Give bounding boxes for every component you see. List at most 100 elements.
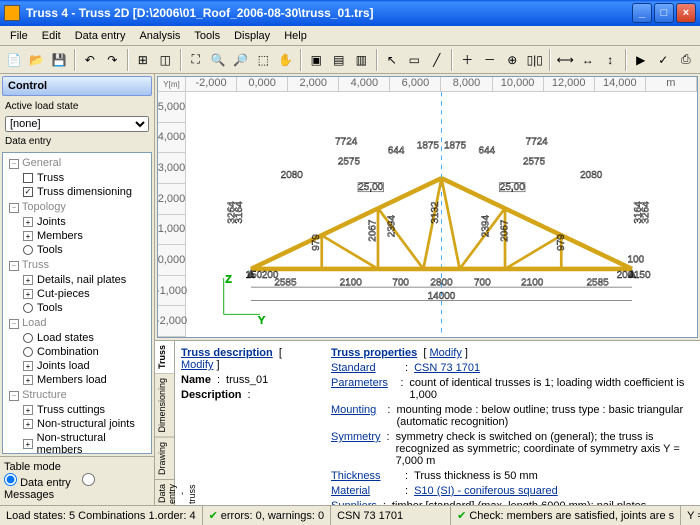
status-coord: Y = 4,435 m; Z = -1,823 m [681,506,700,525]
active-load-combo[interactable]: [none] [5,116,149,132]
dim-a-icon[interactable]: ⟷ [555,49,576,71]
zoom-window-icon[interactable]: ⬚ [253,49,274,71]
menu-dataentry[interactable]: Data entry [69,28,132,44]
menu-analysis[interactable]: Analysis [133,28,186,44]
maximize-button[interactable]: □ [654,3,674,23]
tree-cut[interactable]: +Cut-pieces [5,287,149,301]
status-err: errors: 0, warnings: 0 [221,510,324,522]
target-icon[interactable]: ⊕ [502,49,523,71]
tree-loadstates[interactable]: Load states [5,331,149,345]
select-icon[interactable]: ▭ [404,49,425,71]
minimize-button[interactable]: _ [632,3,652,23]
svg-text:644: 644 [479,146,496,157]
view-b-icon[interactable]: ▤ [329,49,350,71]
ruler-corner: Y[m] [158,77,186,92]
svg-text:7724: 7724 [335,137,358,148]
svg-text:200: 200 [262,270,279,281]
menu-display[interactable]: Display [228,28,276,44]
data-entry-tree[interactable]: − General Truss ✓Truss dimensioning − To… [2,152,152,454]
vtab-draw[interactable]: Drawing [155,438,174,480]
new-icon[interactable]: 📄 [4,49,25,71]
undo-icon[interactable]: ↶ [80,49,101,71]
control-header: Control [2,76,152,96]
active-load-label: Active load state [0,98,154,115]
app-icon [4,5,20,21]
tree-truss[interactable]: Truss [5,171,149,185]
zoom-in-icon[interactable]: 🔍 [208,49,229,71]
control-panel: Control Active load state [none] Data en… [0,74,155,505]
menu-tools[interactable]: Tools [188,28,226,44]
status-bar: Load states: 5 Combinations 1.order: 4 ✔… [0,505,700,525]
tree-members[interactable]: +Members [5,229,149,243]
mirror-icon[interactable]: ▯|▯ [525,49,546,71]
vtab-dim[interactable]: Dimensioning [155,374,174,438]
add-icon[interactable]: ＋ [457,49,478,71]
menu-edit[interactable]: Edit [36,28,67,44]
material-link[interactable]: S10 (SI) - coniferous squared [414,485,558,497]
zoom-out-icon[interactable]: 🔎 [231,49,252,71]
tree-truss-tools[interactable]: Tools [5,301,149,315]
tree-mload[interactable]: +Members load [5,373,149,387]
line-icon[interactable]: ╱ [427,49,448,71]
svg-text:3164: 3164 [234,201,245,224]
tree-comb[interactable]: Combination [5,345,149,359]
snap-icon[interactable]: ◫ [155,49,176,71]
ruler-horizontal: -2,0000,0002,0004,0006,0008,00010,00012,… [186,77,697,92]
ruler-vertical: 5,0004,0003,0002,0001,0000,000-1,000-2,0… [158,92,186,337]
zoom-fit-icon[interactable]: ⛶ [186,49,207,71]
modify-props-link[interactable]: Modify [429,347,461,359]
pointer-icon[interactable]: ↖ [382,49,403,71]
menu-file[interactable]: File [4,28,34,44]
data-entry-label: Data entry [0,133,154,150]
table-mode-de[interactable]: Data entry [4,477,71,489]
save-icon[interactable]: 💾 [49,49,70,71]
grid-icon[interactable]: ⊞ [133,49,154,71]
pan-icon[interactable]: ✋ [276,49,297,71]
svg-text:100: 100 [628,255,645,266]
drawing-canvas[interactable]: Y[m] -2,0000,0002,0004,0006,0008,00010,0… [157,76,698,338]
svg-text:2800: 2800 [430,277,453,288]
tree-jload[interactable]: +Joints load [5,359,149,373]
close-button[interactable]: × [676,3,696,23]
tree-details[interactable]: +Details, nail plates [5,273,149,287]
svg-text:25,00: 25,00 [500,182,525,193]
toolbar: 📄 📂 💾 ↶ ↷ ⊞ ◫ ⛶ 🔍 🔎 ⬚ ✋ ▣ ▤ ▥ ↖ ▭ ╱ ＋ － … [0,46,700,74]
svg-text:Z: Z [226,275,232,286]
dim-b-icon[interactable]: ↔ [578,49,599,71]
view-c-icon[interactable]: ▥ [351,49,372,71]
window-buttons: _ □ × [632,3,696,23]
tree-top-tools[interactable]: Tools [5,243,149,257]
tree-joints[interactable]: +Joints [5,215,149,229]
svg-text:2067: 2067 [500,219,511,242]
remove-icon[interactable]: － [480,49,501,71]
svg-text:200: 200 [617,270,634,281]
status-load: Load states: 5 Combinations 1.order: 4 [0,506,203,525]
run-icon[interactable]: ▶ [631,49,652,71]
print-icon[interactable]: ⎙ [676,49,697,71]
titlebar: Truss 4 - Truss 2D [D:\2006\01_Roof_2006… [0,0,700,26]
menu-help[interactable]: Help [278,28,313,44]
status-check: Check: members are satisfied, joints are… [469,510,674,522]
check-icon[interactable]: ✓ [653,49,674,71]
vtab-truss[interactable]: Truss [155,341,174,374]
view-a-icon[interactable]: ▣ [306,49,327,71]
svg-text:3132: 3132 [430,201,441,224]
properties-pane: Truss Dimensioning Drawing Data entry - … [155,340,700,505]
standard-link[interactable]: CSN 73 1701 [414,362,480,374]
menu-bar: File Edit Data entry Analysis Tools Disp… [0,26,700,46]
redo-icon[interactable]: ↷ [102,49,123,71]
tree-nm[interactable]: +Non-structural members [5,431,149,454]
tree-dim[interactable]: ✓Truss dimensioning [5,185,149,199]
svg-text:2067: 2067 [367,219,378,242]
dim-c-icon[interactable]: ↕ [600,49,621,71]
svg-text:150: 150 [246,270,263,281]
vtab-de[interactable]: Data entry - truss [155,480,174,505]
open-icon[interactable]: 📂 [27,49,48,71]
tree-tcut[interactable]: +Truss cuttings [5,403,149,417]
svg-text:700: 700 [392,277,409,288]
svg-text:979: 979 [556,234,567,251]
svg-text:1875: 1875 [417,140,440,151]
svg-text:2575: 2575 [338,157,361,168]
modify-desc-link[interactable]: Modify [181,359,213,371]
tree-nj[interactable]: +Non-structural joints [5,417,149,431]
